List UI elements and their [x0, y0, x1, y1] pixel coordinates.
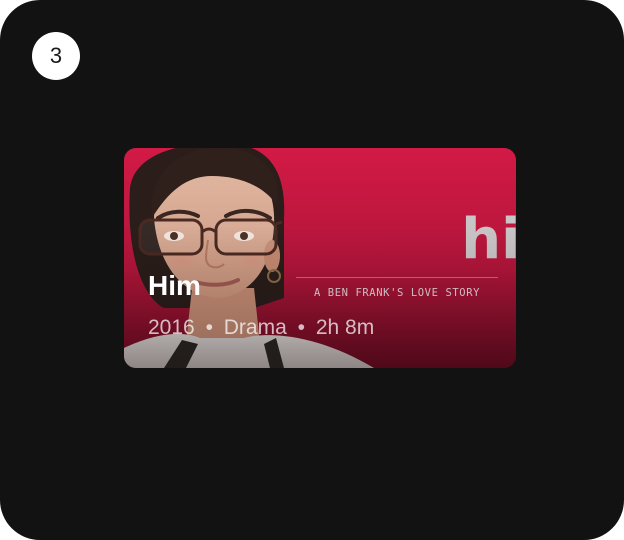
meta-separator: •: [297, 316, 305, 339]
poster-divider: [296, 277, 498, 278]
poster-tagline: A BEN FRANK'S LOVE STORY: [313, 287, 481, 299]
poster-title-text: him: [461, 207, 516, 272]
step-number-badge: 3: [32, 32, 80, 80]
movie-card[interactable]: him A BEN FRANK'S LOVE STORY Him 2016 • …: [124, 148, 516, 368]
movie-runtime: 2h 8m: [315, 316, 375, 339]
movie-year: 2016: [148, 316, 195, 339]
screen: 3 hi A BEN FRANK'S LOVE STORY Him 2016 •…: [0, 0, 624, 540]
movie-meta: 2016 • Drama • 2h 8m: [148, 314, 374, 342]
meta-separator: •: [205, 316, 213, 339]
movie-genre: Drama: [223, 316, 287, 339]
movie-title: Him: [148, 270, 201, 301]
